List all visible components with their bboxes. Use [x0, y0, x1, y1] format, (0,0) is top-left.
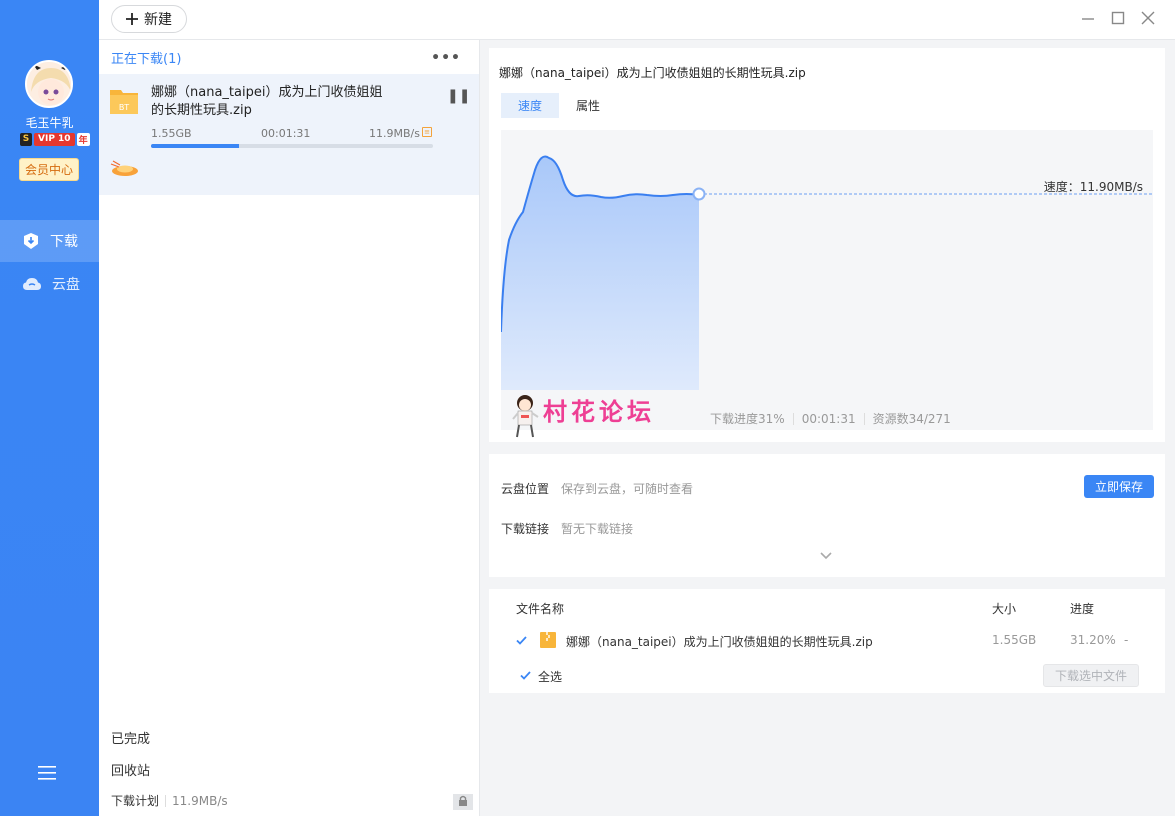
file-row-extra: - [1124, 633, 1129, 647]
maximize-icon[interactable] [1110, 10, 1126, 26]
file-checkbox[interactable] [515, 634, 528, 647]
speed-current-point [692, 187, 706, 201]
download-item-size: 1.55GB [151, 127, 192, 140]
lock-icon[interactable] [453, 790, 473, 810]
column-size: 大小 [992, 602, 1017, 616]
recycle-bin-link[interactable]: 回收站 [111, 760, 150, 779]
nav-cloud[interactable]: 云盘 [0, 263, 99, 305]
column-progress: 进度 [1070, 602, 1095, 616]
pause-icon[interactable]: ❚❚ [447, 88, 470, 104]
new-task-button[interactable]: 新建 [111, 5, 187, 33]
column-file-name: 文件名称 [516, 602, 565, 616]
download-item[interactable]: BT 娜娜（nana_taipei）成为上门收债姐姐的长期性玩具.zip ❚❚ … [99, 74, 479, 195]
download-list-panel: 正在下载(1) ••• BT 娜娜（nana_taipei）成为上门收债姐姐的长… [99, 40, 480, 816]
nav-download[interactable]: 下载 [0, 220, 99, 262]
cloud-location-label: 云盘位置 [501, 482, 550, 496]
stats-sources: 资源数34/271 [872, 412, 951, 426]
download-progress-bar [151, 144, 433, 148]
vip-badge-row: S VIP 10 年 [20, 132, 90, 146]
download-link-label: 下载链接 [501, 522, 550, 536]
sidebar: 毛玉牛乳 S VIP 10 年 会员中心 下载 云盘 [0, 0, 99, 816]
stats-separator [792, 412, 794, 425]
bt-label: BT [119, 103, 129, 112]
new-task-label: 新建 [144, 12, 172, 28]
plus-icon [126, 13, 138, 25]
menu-icon[interactable] [38, 766, 56, 780]
vip-year-badge: 年 [76, 132, 90, 146]
chevron-down-icon[interactable] [819, 550, 833, 560]
file-row-size: 1.55GB [992, 633, 1037, 647]
cloud-icon [23, 278, 41, 290]
member-center-button[interactable]: 会员中心 [19, 158, 79, 181]
detail-tabs: 速度 属性 [501, 93, 617, 118]
speed-area [501, 156, 699, 390]
save-now-button[interactable]: 立即保存 [1084, 475, 1154, 498]
nav-download-label: 下载 [50, 234, 78, 250]
tab-speed[interactable]: 速度 [501, 93, 560, 118]
stats-separator [863, 412, 865, 425]
detail-file-title: 娜娜（nana_taipei）成为上门收债姐姐的长期性玩具.zip [499, 66, 806, 80]
bt-file-icon: BT [110, 90, 138, 114]
vip-level-badge: VIP 10 [34, 132, 75, 146]
download-progress-fill [151, 144, 239, 148]
cloud-location-value: 保存到云盘，可随时查看 [561, 482, 694, 496]
detail-panel: 娜娜（nana_taipei）成为上门收债姐姐的长期性玩具.zip 速度 属性 … [480, 40, 1175, 816]
girl-mascot-icon [512, 395, 539, 438]
speed-boost-icon[interactable]: ≡ [422, 127, 432, 137]
speed-card: 娜娜（nana_taipei）成为上门收债姐姐的长期性玩具.zip 速度 属性 … [489, 48, 1165, 442]
watermark-text: 村花论坛 [543, 398, 655, 426]
more-options-icon[interactable]: ••• [431, 50, 461, 66]
current-speed-label: 速度：11.90MB/s [1043, 180, 1143, 194]
username: 毛玉牛乳 [25, 116, 74, 130]
download-link-value: 暂无下载链接 [561, 522, 634, 536]
tab-properties[interactable]: 属性 [559, 93, 617, 118]
watermark: 村花论坛 [511, 392, 655, 441]
file-row-name: 娜娜（nana_taipei）成为上门收债姐姐的长期性玩具.zip [566, 635, 873, 649]
top-bar: 新建 [99, 0, 1175, 40]
stats-time: 00:01:31 [801, 411, 856, 426]
download-stats: 下载进度31% 00:01:31 资源数34/271 [710, 410, 951, 427]
speed-chart: 速度：11.90MB/s 村花论坛 下载进度31% 00:01:31 资源数34… [501, 130, 1153, 438]
download-shield-icon [24, 233, 38, 249]
downloading-header[interactable]: 正在下载(1) [111, 48, 181, 67]
avatar[interactable] [25, 60, 73, 108]
plan-separator [165, 794, 167, 807]
download-item-name: 娜娜（nana_taipei）成为上门收债姐姐的长期性玩具.zip [151, 85, 383, 118]
close-icon[interactable] [1140, 10, 1156, 26]
download-item-time: 00:01:31 [261, 127, 311, 140]
download-plan-label: 下载计划 [111, 794, 160, 808]
minimize-icon[interactable] [1080, 10, 1096, 26]
file-row-progress: 31.20% [1070, 633, 1116, 647]
stats-progress: 下载进度31% [710, 412, 785, 426]
nav-cloud-label: 云盘 [52, 277, 80, 293]
download-plan[interactable]: 下载计划 11.9MB/s [111, 792, 228, 809]
download-selected-button[interactable]: 下载选中文件 [1043, 664, 1139, 687]
select-all-checkbox[interactable] [519, 669, 532, 682]
cloud-card: 云盘位置 保存到云盘，可随时查看 立即保存 下载链接 暂无下载链接 [489, 454, 1165, 577]
select-all-label[interactable]: 全选 [538, 668, 562, 685]
files-card: 文件名称 大小 进度 娜娜（nana_taipei）成为上门收债姐姐的长期性玩具… [489, 589, 1165, 693]
download-item-speed: 11.9MB/s [369, 127, 420, 140]
speed-chart-svg [501, 155, 1153, 390]
finished-link[interactable]: 已完成 [111, 728, 150, 747]
speedup-disc-icon[interactable] [109, 158, 141, 180]
zip-file-icon [540, 632, 556, 648]
download-plan-speed: 11.9MB/s [172, 793, 228, 808]
super-vip-icon: S [20, 132, 32, 146]
